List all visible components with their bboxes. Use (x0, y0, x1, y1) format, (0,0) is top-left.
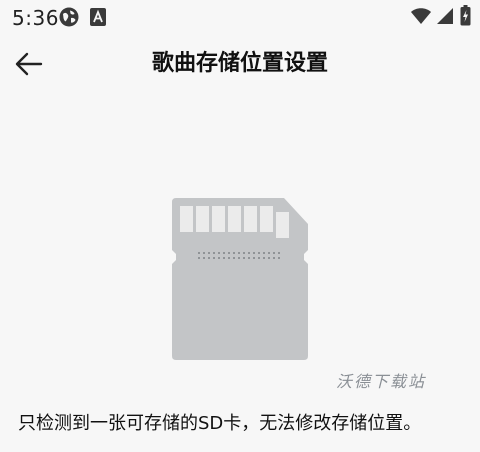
back-button[interactable] (8, 42, 52, 86)
sd-card-icon (172, 198, 308, 360)
globe-icon (59, 7, 79, 27)
battery-icon (460, 5, 471, 26)
page-title: 歌曲存储位置设置 (151, 51, 328, 76)
status-bar: 5:36 (0, 0, 480, 34)
sd-card-message: 只检测到一张可存储的SD卡，无法修改存储位置。 (18, 413, 422, 434)
signal-icon (437, 8, 453, 24)
status-time: 5:36 (12, 6, 59, 30)
watermark-text: 沃德下载站 (336, 372, 427, 391)
app-bar: 歌曲存储位置设置 (0, 36, 480, 92)
arrow-left-icon (15, 52, 43, 76)
font-a-icon (90, 8, 106, 26)
wifi-icon (411, 8, 431, 24)
